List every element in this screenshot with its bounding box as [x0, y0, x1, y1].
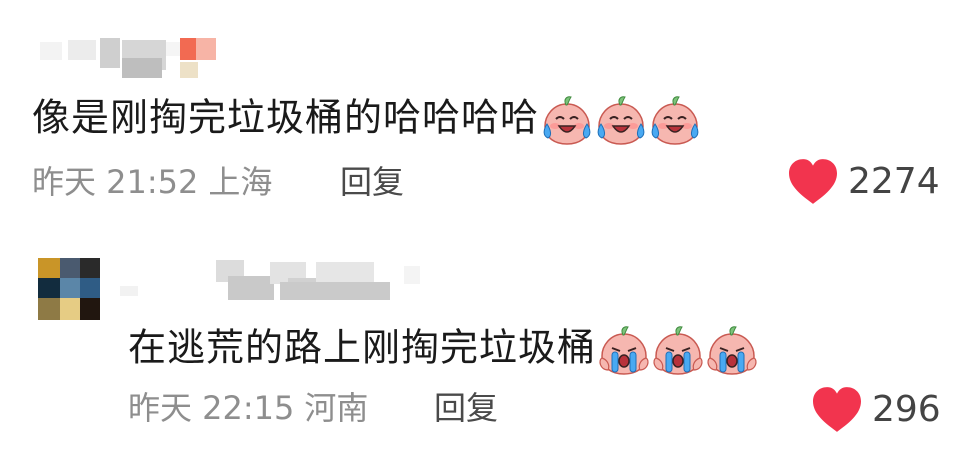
crying-laugh-peach-emoji: [595, 94, 647, 146]
reply-button[interactable]: 回复: [340, 162, 404, 202]
timestamp: 昨天 21:52: [32, 163, 199, 201]
heart-icon: [786, 158, 840, 206]
username-blurred[interactable]: [120, 260, 420, 304]
comment-meta: 昨天 22:15 河南: [128, 388, 368, 428]
avatar[interactable]: [38, 258, 100, 320]
sobbing-peach-emoji: [706, 324, 758, 376]
comment-text-content: 在逃荒的路上刚掏完垃圾桶: [128, 325, 597, 370]
comment-1: 像是刚掏完垃圾桶的哈哈哈哈 昨天 21:52 上海 回复 2274: [0, 0, 980, 230]
heart-icon: [810, 386, 864, 434]
crying-laugh-peach-emoji: [541, 94, 593, 146]
timestamp: 昨天 22:15: [128, 389, 295, 427]
comment-2: 在逃荒的路上刚掏完垃圾桶 昨天 22:15 河南 回复 296: [0, 230, 980, 456]
sobbing-peach-emoji: [598, 324, 650, 376]
sobbing-peach-emoji: [652, 324, 704, 376]
username-blurred[interactable]: [40, 36, 220, 82]
location: 河南: [304, 389, 369, 427]
like-count: 2274: [848, 161, 940, 202]
like-button[interactable]: 2274: [786, 158, 940, 206]
like-button[interactable]: 296: [810, 386, 941, 434]
reply-button[interactable]: 回复: [434, 388, 498, 428]
comment-text: 在逃荒的路上刚掏完垃圾桶: [128, 324, 760, 376]
comment-text: 像是刚掏完垃圾桶的哈哈哈哈: [32, 94, 703, 146]
like-count: 296: [872, 389, 941, 430]
crying-laugh-peach-emoji: [649, 94, 701, 146]
comment-meta: 昨天 21:52 上海: [32, 162, 272, 202]
location: 上海: [208, 163, 273, 201]
comment-text-content: 像是刚掏完垃圾桶的哈哈哈哈: [32, 95, 540, 140]
